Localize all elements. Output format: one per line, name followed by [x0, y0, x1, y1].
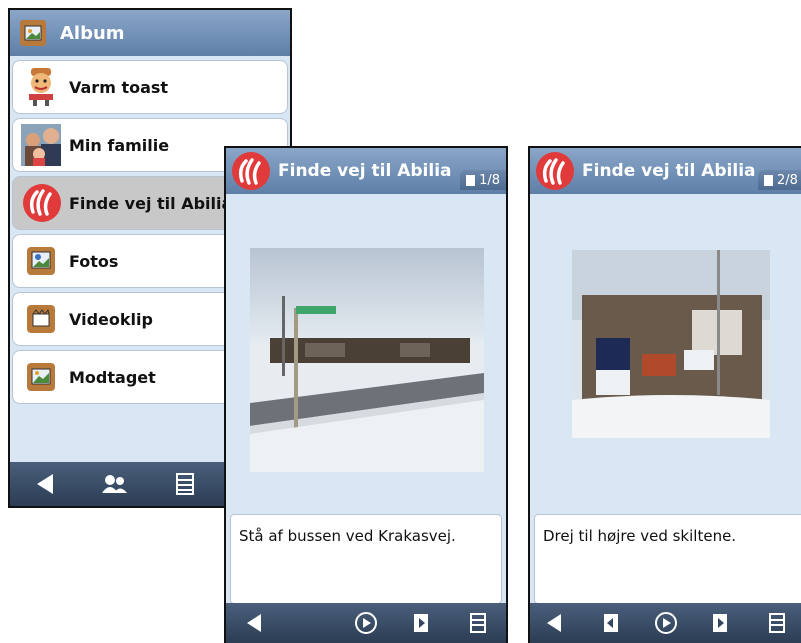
menu-icon[interactable]: [165, 464, 205, 504]
story-caption-box: Drej til højre ved skiltene.: [534, 514, 801, 604]
page-counter: 1/8: [460, 170, 506, 190]
album-item-label: Varm toast: [69, 77, 169, 97]
album-item-varm-toast[interactable]: Varm toast: [12, 60, 288, 114]
toast-person-icon: [21, 67, 61, 107]
album-app-icon: [20, 20, 46, 46]
page-counter-text: 2/8: [777, 172, 798, 188]
photos-icon: [21, 241, 61, 281]
story-caption: Drej til højre ved skiltene.: [543, 527, 737, 545]
album-title: Album: [60, 22, 125, 44]
story-title: Finde vej til Abilia: [582, 161, 756, 181]
contacts-icon[interactable]: [95, 464, 135, 504]
next-page-icon[interactable]: [402, 603, 442, 643]
play-icon[interactable]: [646, 603, 686, 643]
album-item-label: Finde vej til Abilia: [69, 193, 233, 213]
back-icon[interactable]: [25, 464, 65, 504]
story-caption: Stå af bussen ved Krakasvej.: [239, 527, 456, 545]
story-caption-box: Stå af bussen ved Krakasvej.: [230, 514, 502, 604]
story-bottombar: [226, 603, 506, 643]
abilia-logo-icon: [230, 151, 272, 191]
story-photo: [250, 248, 484, 472]
story-photo: [572, 250, 770, 438]
menu-icon[interactable]: [458, 603, 498, 643]
received-icon: [21, 357, 61, 397]
story-title: Finde vej til Abilia: [278, 161, 452, 181]
back-icon[interactable]: [534, 603, 574, 643]
video-icon: [21, 299, 61, 339]
previous-page-icon[interactable]: [590, 603, 630, 643]
album-titlebar: Album: [10, 10, 290, 56]
abilia-logo-icon: [534, 151, 576, 191]
story-screen-1: Finde vej til Abilia 1/8 Stå af bussen v…: [224, 146, 508, 643]
album-item-label: Fotos: [69, 251, 119, 271]
family-photo-icon: [21, 124, 61, 166]
menu-icon[interactable]: [757, 603, 797, 643]
page-counter-text: 1/8: [479, 172, 500, 188]
next-page-icon[interactable]: [701, 603, 741, 643]
album-item-label: Videoklip: [69, 309, 153, 329]
pages-icon: [466, 174, 476, 186]
story-screen-2: Finde vej til Abilia 2/8 Drej til højre …: [528, 146, 801, 643]
album-item-label: Min familie: [69, 135, 170, 155]
pages-icon: [764, 174, 773, 186]
page-counter: 2/8: [758, 170, 801, 190]
play-icon[interactable]: [346, 603, 386, 643]
back-icon[interactable]: [234, 603, 274, 643]
abilia-logo-icon: [21, 183, 61, 223]
story-bottombar: [530, 603, 801, 643]
album-item-label: Modtaget: [69, 367, 156, 387]
